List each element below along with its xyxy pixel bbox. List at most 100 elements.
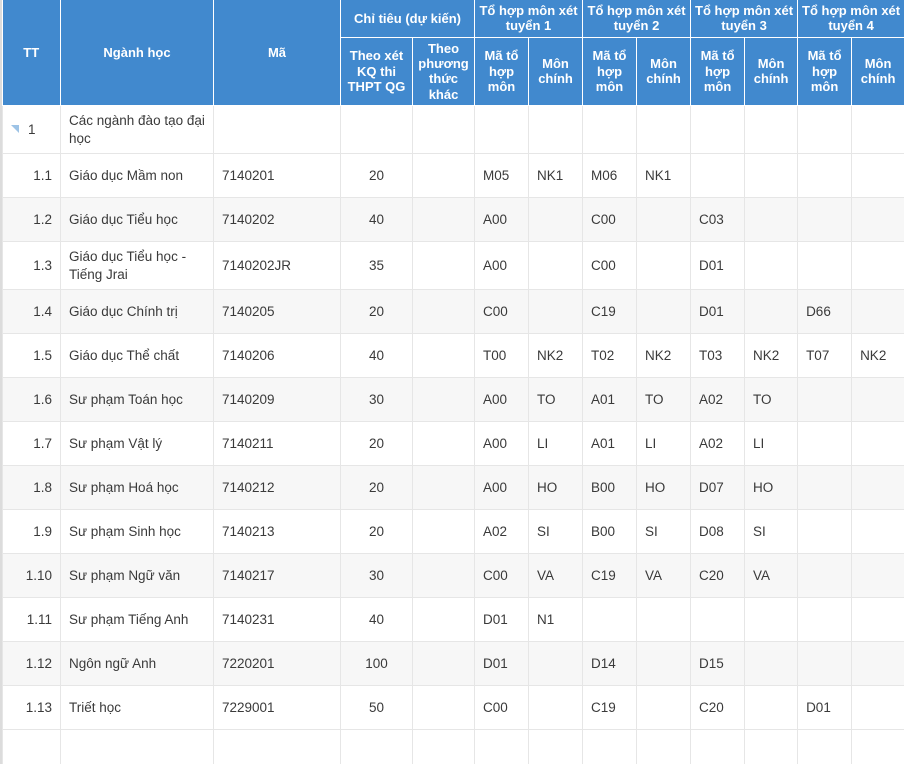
cell-ct-thpt: 20 <box>340 421 413 467</box>
cell-ma: 7140231 <box>213 597 341 643</box>
header-to-hop-1[interactable]: Tổ hợp môn xét tuyển 1 <box>474 0 584 38</box>
cell-ma: 7140209 <box>213 377 341 423</box>
table-row[interactable]: 1.7 Sư phạm Vật lý 7140211 20 A00 LI A01 LI A02 L… <box>2 421 904 467</box>
cell-th2-mon <box>636 289 692 335</box>
cell-ma: 7140201 <box>213 153 341 199</box>
table-header: TT Ngành học Mã Chỉ tiêu (dự kiến) Tổ hợ… <box>2 0 904 106</box>
cell-th3-ma <box>690 153 746 199</box>
cell-ct-khac <box>411 509 476 555</box>
table-row[interactable]: 1.10 Sư phạm Ngữ văn 7140217 30 C00 VA C19 VA C2… <box>2 553 904 599</box>
cell-th4-mon <box>851 153 904 199</box>
header-th1-mon[interactable]: Môn chính <box>528 37 584 106</box>
header-chi-tieu-khac[interactable]: Theo phương thức khác <box>411 37 476 106</box>
cell-ct-khac <box>411 197 476 243</box>
table-group-row[interactable]: 1 Các ngành đào tạo đại học <box>2 104 904 155</box>
cell-tt: 1.2 <box>2 197 61 243</box>
header-th3-mon[interactable]: Môn chính <box>744 37 799 106</box>
table-row[interactable]: 1.12 Ngôn ngữ Anh 7220201 100 D01 D14 D15 <box>2 641 904 687</box>
cell-th3-mon <box>744 289 799 335</box>
cell-th4-mon <box>851 509 904 555</box>
cell-th3-mon: LI <box>744 421 799 467</box>
cell-th4-ma <box>797 241 853 291</box>
cell-th3-ma: D08 <box>690 509 746 555</box>
cell-ma: 7229001 <box>213 685 341 731</box>
cell-th3-ma <box>690 597 746 643</box>
collapse-triangle-icon[interactable] <box>11 124 19 133</box>
header-th4-mon[interactable]: Môn chính <box>851 37 904 106</box>
group-row-empty-cell <box>340 104 413 155</box>
cell-th3-ma: T03 <box>690 333 746 379</box>
header-row-top: TT Ngành học Mã Chỉ tiêu (dự kiến) Tổ hợ… <box>2 0 904 106</box>
table-row[interactable]: 1.11 Sư phạm Tiếng Anh 7140231 40 D01 N1 <box>2 597 904 643</box>
table-row-clipped[interactable] <box>2 729 904 764</box>
cell-th1-ma: A00 <box>474 197 530 243</box>
cell-ct-thpt: 40 <box>340 197 413 243</box>
cell-th1-mon: VA <box>528 553 584 599</box>
header-tt[interactable]: TT <box>2 0 61 106</box>
group-row-tt-cell[interactable]: 1 <box>2 104 61 155</box>
cell-th2-ma <box>582 597 638 643</box>
cell-nganh-hoc: Sư phạm Ngữ văn <box>60 553 214 599</box>
cell-th3-ma: C03 <box>690 197 746 243</box>
cell-ct-khac <box>411 421 476 467</box>
cell-th1-mon <box>528 685 584 731</box>
header-th2-mon[interactable]: Môn chính <box>636 37 692 106</box>
cell-th2-ma: C19 <box>582 685 638 731</box>
header-to-hop-4[interactable]: Tổ hợp môn xét tuyển 4 <box>797 0 904 38</box>
table-row[interactable]: 1.6 Sư phạm Toán học 7140209 30 A00 TO A01 TO A0… <box>2 377 904 423</box>
cell-ma: 7140213 <box>213 509 341 555</box>
cell-th2-ma: C19 <box>582 289 638 335</box>
table-row[interactable]: 1.4 Giáo dục Chính trị 7140205 20 C00 C19 D01 D… <box>2 289 904 335</box>
cell-nganh-hoc: Sư phạm Sinh học <box>60 509 214 555</box>
table-row[interactable]: 1.9 Sư phạm Sinh học 7140213 20 A02 SI B00 SI D0… <box>2 509 904 555</box>
cell-th1-ma: A00 <box>474 421 530 467</box>
header-to-hop-2[interactable]: Tổ hợp môn xét tuyển 2 <box>582 0 692 38</box>
header-to-hop-3[interactable]: Tổ hợp môn xét tuyển 3 <box>690 0 799 38</box>
cell-th4-ma <box>797 421 853 467</box>
header-chi-tieu-thpt[interactable]: Theo xét KQ thi THPT QG <box>340 37 413 106</box>
cell-ct-thpt: 100 <box>340 641 413 687</box>
header-th1-ma[interactable]: Mã tổ hợp môn <box>474 37 530 106</box>
table-row[interactable]: 1.3 Giáo dục Tiểu học - Tiếng Jrai 7140202… <box>2 241 904 291</box>
header-ma[interactable]: Mã <box>213 0 341 106</box>
cell-ma: 7220201 <box>213 641 341 687</box>
cell-nganh-hoc: Giáo dục Tiểu học <box>60 197 214 243</box>
cell-tt: 1.3 <box>2 241 61 291</box>
header-chi-tieu-group[interactable]: Chỉ tiêu (dự kiến) <box>339 0 476 38</box>
cell-ct-thpt: 20 <box>340 509 413 555</box>
cell-th2-ma: C19 <box>582 553 638 599</box>
cell-th2-ma: C00 <box>582 197 638 243</box>
cell-ma: 7140217 <box>213 553 341 599</box>
cell-th2-mon <box>636 685 692 731</box>
table-row[interactable]: 1.2 Giáo dục Tiểu học 7140202 40 A00 C00 C03 <box>2 197 904 243</box>
cell-ct-thpt: 50 <box>340 685 413 731</box>
cell-th1-mon <box>528 197 584 243</box>
header-th4-ma[interactable]: Mã tổ hợp môn <box>797 37 853 106</box>
header-th3-ma[interactable]: Mã tổ hợp môn <box>690 37 746 106</box>
cell-th3-ma: D07 <box>690 465 746 511</box>
cell-th2-ma: D14 <box>582 641 638 687</box>
cell-th4-ma <box>797 153 853 199</box>
header-th2-ma[interactable]: Mã tổ hợp môn <box>582 37 638 106</box>
table-row[interactable]: 1.8 Sư phạm Hoá học 7140212 20 A00 HO B00 HO D07… <box>2 465 904 511</box>
header-nganh-hoc[interactable]: Ngành học <box>60 0 214 106</box>
cell-th1-ma: C00 <box>474 289 530 335</box>
cell-ct-thpt: 30 <box>340 377 413 423</box>
cell-tt: 1.4 <box>2 289 61 335</box>
clipped-cell <box>2 729 61 764</box>
clipped-cell <box>411 729 476 764</box>
cell-th3-ma: A02 <box>690 377 746 423</box>
table-row[interactable]: 1.13 Triết học 7229001 50 C00 C19 C20 D01 <box>2 685 904 731</box>
table-row[interactable]: 1.1 Giáo dục Mầm non 7140201 20 M05 NK1 M06 NK1 <box>2 153 904 199</box>
cell-ct-thpt: 20 <box>340 465 413 511</box>
group-row-empty-cell <box>636 104 692 155</box>
cell-th1-ma: M05 <box>474 153 530 199</box>
cell-th1-ma: A00 <box>474 241 530 291</box>
cell-th3-ma: D01 <box>690 241 746 291</box>
table-row[interactable]: 1.5 Giáo dục Thể chất 7140206 40 T00 NK2 T02 NK… <box>2 333 904 379</box>
cell-th3-mon: VA <box>744 553 799 599</box>
cell-tt: 1.12 <box>2 641 61 687</box>
cell-th2-mon: TO <box>636 377 692 423</box>
clipped-cell <box>690 729 746 764</box>
cell-th3-ma: A02 <box>690 421 746 467</box>
